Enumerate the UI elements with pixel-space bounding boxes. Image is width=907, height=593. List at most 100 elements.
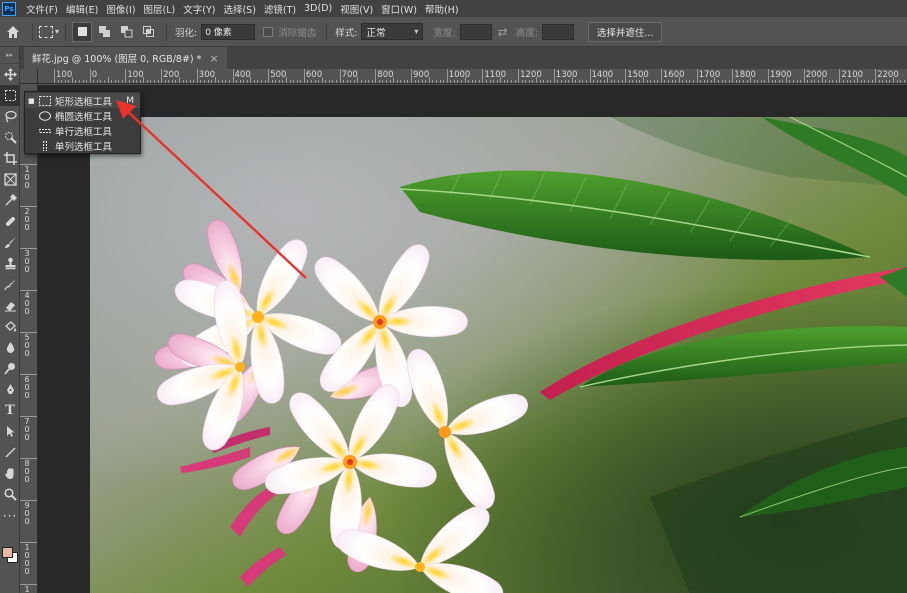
ruler-minor-tick [607,77,609,83]
width-input[interactable] [459,23,492,40]
ruler-tick-label: 1300 [555,70,578,80]
ruler-minor-tick [103,80,105,83]
quick-select-icon[interactable] [0,127,20,148]
flyout-item-rect-marquee[interactable]: ■ 矩形选框工具 M [25,93,140,108]
ruler-minor-tick [560,80,562,83]
pen-icon[interactable] [0,379,20,400]
ruler-minor-tick [546,80,548,83]
menu-window[interactable]: 窗口(W) [377,2,421,16]
ruler-origin[interactable] [20,69,38,84]
height-input[interactable] [541,23,574,40]
select-and-mask-button[interactable]: 选择并遮住... [587,21,663,42]
line-icon[interactable] [0,442,20,463]
eraser-icon[interactable] [0,295,20,316]
type-icon[interactable]: T [0,400,20,421]
ruler-minor-tick [850,80,852,83]
path-select-icon[interactable] [0,421,20,442]
new-selection-button[interactable] [72,21,93,42]
ruler-tick-label: 500 [270,70,287,80]
horizontal-ruler[interactable]: 100 0 100 200 300 400 500 600 700 800 900 1000 1100 1… [38,69,907,84]
ruler-tick-label: 200 [163,70,180,80]
blur-icon[interactable] [0,337,20,358]
menu-layer[interactable]: 图层(L) [140,2,180,16]
ruler-minor-tick [646,80,648,83]
brush-icon[interactable] [0,232,20,253]
menu-type[interactable]: 文字(Y) [179,2,219,16]
menu-image[interactable]: 图像(I) [102,2,139,16]
style-select[interactable]: 正常 ▾ [361,23,424,40]
ruler-minor-tick [853,80,855,83]
foreground-color-swatch[interactable] [2,547,13,558]
hand-icon[interactable] [0,463,20,484]
ruler-tick-label: 1100 [484,70,507,80]
ruler-minor-tick [582,80,584,83]
vertical-ruler[interactable]: 100 200 300 400 500 600 700 800 900 1000 1100 [20,84,38,593]
toolbar-collapse-icon[interactable]: ▸▸ [0,47,19,64]
ruler-minor-tick [203,80,205,83]
feather-input[interactable]: 0 像素 [201,23,256,40]
menu-edit[interactable]: 编辑(E) [62,2,102,16]
crop-icon[interactable] [0,148,20,169]
ruler-minor-tick [885,80,887,83]
more-icon[interactable]: ··· [0,505,20,526]
subtract-from-selection-button[interactable] [116,22,136,42]
ruler-minor-tick [657,80,659,83]
antialias-checkbox[interactable] [263,26,274,37]
swap-icon[interactable]: ⇄ [498,25,508,39]
intersect-selection-button[interactable] [138,22,158,42]
ruler-tick-label: 300 [198,70,216,80]
ruler-tick [768,69,769,83]
menu-file[interactable]: 文件(F) [22,2,62,16]
document-canvas[interactable] [90,117,907,593]
rect-marquee-icon[interactable] [0,85,20,106]
flyout-item-single-column-marquee[interactable]: 单列选框工具 [25,138,140,153]
frame-icon[interactable] [0,169,20,190]
move-icon[interactable] [0,64,20,85]
single-row-marquee-icon [38,126,52,136]
ruler-minor-tick [628,80,630,83]
ruler-minor-tick [186,80,188,83]
ruler-minor-tick [300,80,302,83]
stamp-icon[interactable] [0,253,20,274]
ruler-tick [589,69,591,83]
menu-filter[interactable]: 滤镜(T) [260,2,300,16]
add-to-selection-button[interactable] [94,22,114,42]
history-brush-icon[interactable] [0,274,20,295]
close-icon[interactable]: × [209,52,218,65]
menu-3d[interactable]: 3D(D) [300,3,336,14]
flyout-item-ellipse-marquee[interactable]: 椭圆选框工具 [25,108,140,123]
ruler-minor-tick [325,80,327,83]
eyedropper-icon[interactable] [0,190,20,211]
ruler-minor-tick [86,80,88,83]
flyout-item-label: 椭圆选框工具 [55,111,113,123]
zoom-icon[interactable] [0,484,20,505]
ruler-minor-tick [782,80,784,83]
feather-label: 羽化: [175,27,198,39]
ruler-minor-tick [96,80,98,83]
ruler-minor-tick [800,80,802,83]
menu-help[interactable]: 帮助(H) [421,2,463,16]
home-icon[interactable] [0,18,26,46]
flyout-item-single-row-marquee[interactable]: 单行选框工具 [25,123,140,138]
tool-preset-picker[interactable]: ▾ [39,25,59,38]
ruler-minor-tick [757,80,759,83]
ruler-minor-tick [211,80,213,83]
ruler-minor-tick [543,80,545,83]
separator [32,22,33,41]
gradient-icon[interactable] [0,316,20,337]
dodge-icon[interactable] [0,358,20,379]
ruler-minor-tick [175,80,177,83]
ruler-minor-tick [764,80,766,83]
ruler-minor-tick [393,77,395,83]
canvas-workspace[interactable] [38,85,907,593]
menu-select[interactable]: 选择(S) [219,2,259,16]
ruler-minor-tick [200,80,202,83]
rect-marquee-icon [39,25,53,38]
lasso-icon[interactable] [0,106,20,127]
document-tab[interactable]: 鲜花.jpg @ 100% (图层 0, RGB/8#) * × [24,47,227,69]
ruler-minor-tick [314,80,316,83]
ruler-minor-tick [846,80,848,83]
ruler-minor-tick [457,80,459,83]
menu-view[interactable]: 视图(V) [336,2,377,16]
healing-icon[interactable] [0,211,20,232]
